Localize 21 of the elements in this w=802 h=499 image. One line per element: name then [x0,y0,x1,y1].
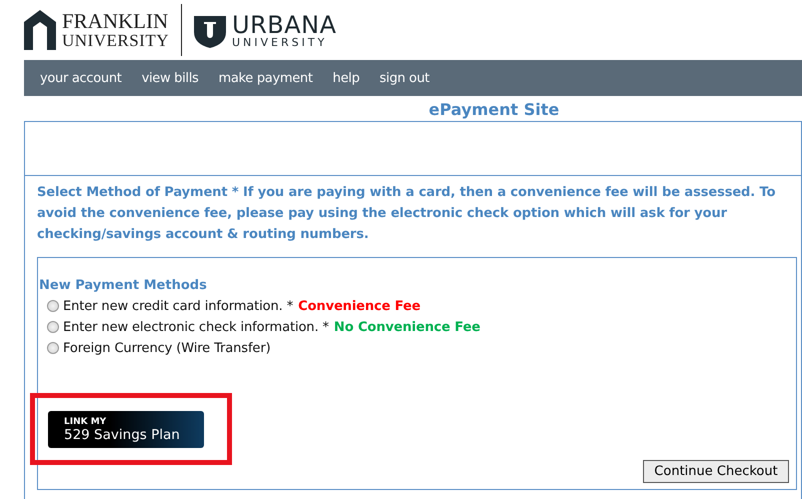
continue-checkout-button[interactable]: Continue Checkout [643,460,789,483]
nav-link[interactable]: help [322,70,370,86]
instructions-text: Select Method of Payment * If you are paying with a card, then a convenience fee will be assessed. To avoid the convenience fee, please pay using the electronic check option which will ask for your checking/savings account & routing numbers. [36,184,776,244]
fee-label: Convenience Fee [298,299,420,314]
logo-wordmark: URBANA UNIVERSITY [232,12,336,48]
nav-link[interactable]: make payment [208,70,323,86]
radio-button[interactable] [47,342,59,354]
page-title: ePayment Site [428,99,560,121]
nav-link[interactable]: sign out [370,70,440,86]
arch-logo-icon [24,10,56,50]
radio-button[interactable] [47,320,59,332]
link-529-button[interactable]: LINK MY 529 Savings Plan [48,411,204,448]
radio-button[interactable] [47,300,59,312]
fee-label: No Convenience Fee [334,320,480,335]
option-label: Enter new electronic check information. * [63,320,329,335]
logo-wordmark: FRANKLIN UNIVERSITY [62,11,169,49]
nav-link[interactable]: your account [30,70,132,86]
option-label: Foreign Currency (Wire Transfer) [63,341,271,356]
nav-link[interactable]: view bills [132,70,208,86]
option-label: Enter new credit card information. * [63,299,294,314]
section-heading: New Payment Methods [39,278,208,293]
